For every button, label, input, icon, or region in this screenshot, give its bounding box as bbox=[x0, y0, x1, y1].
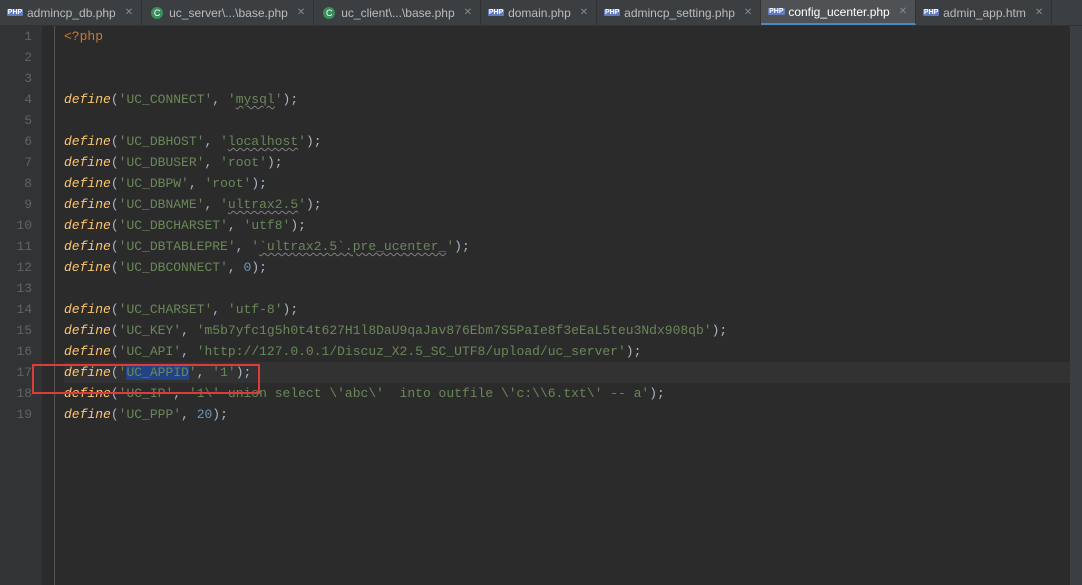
line-number[interactable]: 4 bbox=[0, 89, 32, 110]
class-file-icon: C bbox=[322, 6, 336, 20]
line-number[interactable]: 6 bbox=[0, 131, 32, 152]
tab-label: uc_client\...\base.php bbox=[341, 6, 454, 20]
code-line[interactable] bbox=[64, 278, 1082, 299]
line-number[interactable]: 19 bbox=[0, 404, 32, 425]
line-number[interactable]: 12 bbox=[0, 257, 32, 278]
close-icon[interactable]: ✕ bbox=[1035, 7, 1043, 18]
code-line[interactable]: define('UC_PPP', 20); bbox=[64, 404, 1082, 425]
editor-tab[interactable]: PHP admincp_db.php ✕ bbox=[0, 0, 142, 25]
tab-label: domain.php bbox=[508, 6, 571, 20]
code-line[interactable] bbox=[64, 68, 1082, 89]
php-file-icon: PHP bbox=[924, 6, 938, 20]
code-line[interactable]: define('UC_DBNAME', 'ultrax2.5'); bbox=[64, 194, 1082, 215]
line-number[interactable]: 15 bbox=[0, 320, 32, 341]
vertical-scrollbar[interactable] bbox=[1070, 26, 1082, 585]
php-file-icon: PHP bbox=[8, 6, 22, 20]
line-number[interactable]: 5 bbox=[0, 110, 32, 131]
line-number[interactable]: 16 bbox=[0, 341, 32, 362]
line-number[interactable]: 11 bbox=[0, 236, 32, 257]
code-line[interactable]: define('UC_DBTABLEPRE', '`ultrax2.5`.pre… bbox=[64, 236, 1082, 257]
php-file-icon: PHP bbox=[489, 6, 503, 20]
close-icon[interactable]: ✕ bbox=[744, 7, 752, 18]
line-number[interactable]: 2 bbox=[0, 47, 32, 68]
tab-label: admin_app.htm bbox=[943, 6, 1026, 20]
php-file-icon: PHP bbox=[605, 6, 619, 20]
code-line[interactable] bbox=[64, 47, 1082, 68]
code-line[interactable] bbox=[64, 110, 1082, 131]
editor: 12345678910111213141516171819 <?php defi… bbox=[0, 26, 1082, 585]
close-icon[interactable]: ✕ bbox=[464, 7, 472, 18]
code-line[interactable]: define('UC_KEY', 'm5b7yfc1g5h0t4t627H1l8… bbox=[64, 320, 1082, 341]
editor-tab-bar: PHPadmincp_db.php✕Cuc_server\...\base.ph… bbox=[0, 0, 1082, 26]
code-line[interactable]: define('UC_DBPW', 'root'); bbox=[64, 173, 1082, 194]
line-number[interactable]: 10 bbox=[0, 215, 32, 236]
line-number-gutter: 12345678910111213141516171819 bbox=[0, 26, 42, 585]
code-line[interactable]: define('UC_DBCONNECT', 0); bbox=[64, 257, 1082, 278]
code-line[interactable]: define('UC_DBHOST', 'localhost'); bbox=[64, 131, 1082, 152]
editor-tab[interactable]: Cuc_server\...\base.php ✕ bbox=[142, 0, 314, 25]
code-line[interactable]: define('UC_DBUSER', 'root'); bbox=[64, 152, 1082, 173]
selection: UC_APPID bbox=[126, 365, 188, 380]
close-icon[interactable]: ✕ bbox=[125, 7, 133, 18]
code-line[interactable]: define('UC_IP', '1\' union select \'abc\… bbox=[64, 383, 1082, 404]
code-line-current[interactable]: define('UC_APPID', '1'); bbox=[64, 362, 1082, 383]
editor-tab[interactable]: PHP config_ucenter.php ✕ bbox=[761, 0, 916, 25]
line-number[interactable]: 9 bbox=[0, 194, 32, 215]
close-icon[interactable]: ✕ bbox=[580, 7, 588, 18]
close-icon[interactable]: ✕ bbox=[297, 7, 305, 18]
close-icon[interactable]: ✕ bbox=[899, 6, 907, 17]
line-number[interactable]: 3 bbox=[0, 68, 32, 89]
tab-label: admincp_setting.php bbox=[624, 6, 735, 20]
code-line[interactable]: <?php bbox=[64, 26, 1082, 47]
code-line[interactable]: define('UC_CONNECT', 'mysql'); bbox=[64, 89, 1082, 110]
line-number[interactable]: 18 bbox=[0, 383, 32, 404]
line-number[interactable]: 1 bbox=[0, 26, 32, 47]
code-line[interactable]: define('UC_DBCHARSET', 'utf8'); bbox=[64, 215, 1082, 236]
editor-tab[interactable]: PHP admin_app.htm ✕ bbox=[916, 0, 1052, 25]
line-number[interactable]: 17 bbox=[0, 362, 32, 383]
line-number[interactable]: 13 bbox=[0, 278, 32, 299]
editor-tab[interactable]: PHP admincp_setting.php ✕ bbox=[597, 0, 761, 25]
editor-tab[interactable]: PHP domain.php ✕ bbox=[481, 0, 597, 25]
code-line[interactable]: define('UC_CHARSET', 'utf-8'); bbox=[64, 299, 1082, 320]
line-number[interactable]: 14 bbox=[0, 299, 32, 320]
tab-label: config_ucenter.php bbox=[788, 5, 889, 19]
line-number[interactable]: 7 bbox=[0, 152, 32, 173]
php-open-tag: <?php bbox=[64, 29, 103, 44]
code-area[interactable]: <?php define('UC_CONNECT', 'mysql'); def… bbox=[42, 26, 1082, 585]
class-file-icon: C bbox=[150, 6, 164, 20]
code-line[interactable]: define('UC_API', 'http://127.0.0.1/Discu… bbox=[64, 341, 1082, 362]
tab-label: admincp_db.php bbox=[27, 6, 116, 20]
php-file-icon: PHP bbox=[769, 5, 783, 19]
editor-tab[interactable]: Cuc_client\...\base.php ✕ bbox=[314, 0, 481, 25]
line-number[interactable]: 8 bbox=[0, 173, 32, 194]
tab-label: uc_server\...\base.php bbox=[169, 6, 288, 20]
